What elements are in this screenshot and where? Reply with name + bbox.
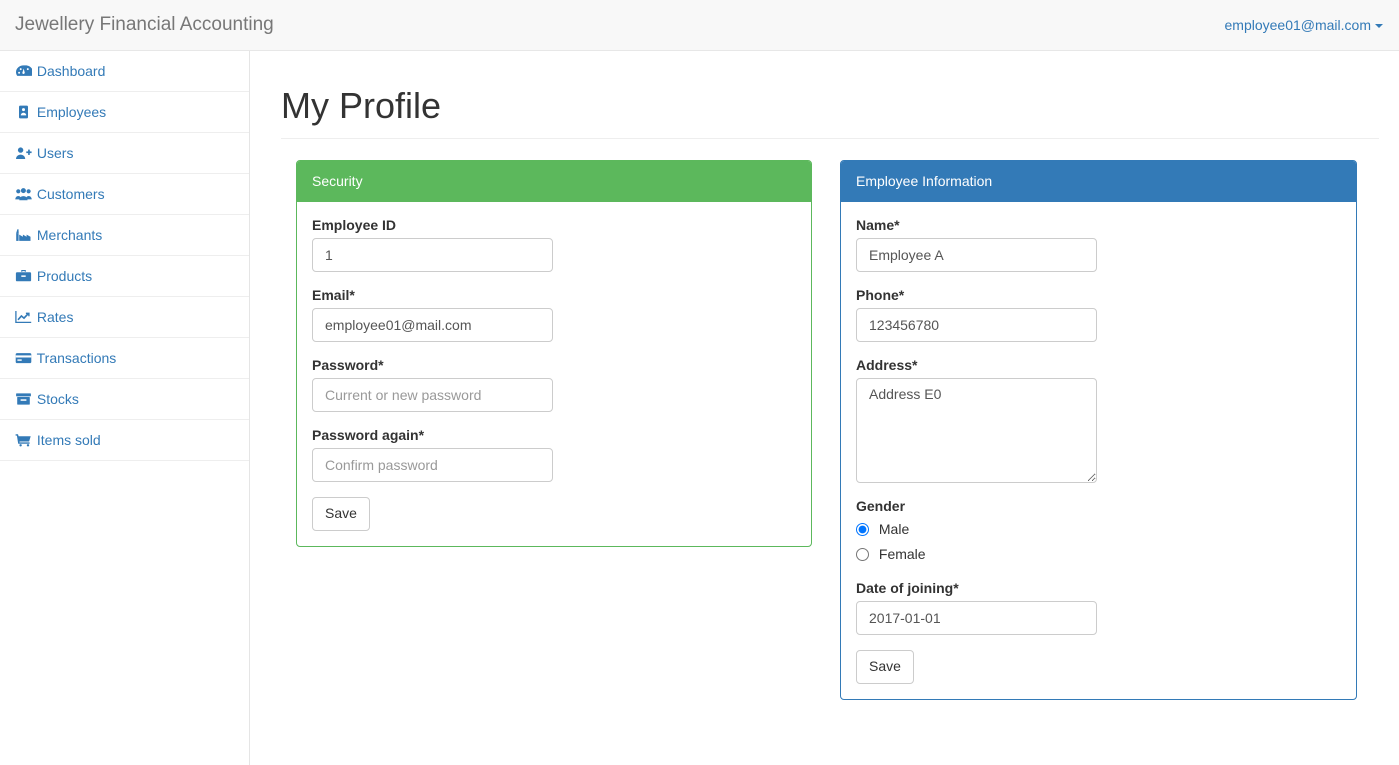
sidebar-item-label: Rates [36, 309, 74, 325]
employee-save-button[interactable]: Save [856, 650, 914, 684]
email-label: Email* [312, 287, 355, 303]
date-of-joining-label: Date of joining* [856, 580, 959, 596]
gender-option-label: Female [878, 546, 926, 562]
gender-female-label[interactable]: Female [856, 546, 926, 562]
employee-id-input[interactable] [312, 238, 553, 272]
sidebar-item-label: Merchants [36, 227, 103, 243]
name-input[interactable] [856, 238, 1097, 272]
briefcase-icon [15, 269, 32, 283]
top-navbar: Jewellery Financial Accounting employee0… [0, 0, 1399, 51]
list-item: Rates [0, 297, 249, 338]
email-group: Email* [312, 287, 796, 342]
phone-input[interactable] [856, 308, 1097, 342]
sidebar-item-label: Products [36, 268, 93, 284]
sidebar-item-transactions[interactable]: Transactions [0, 338, 249, 379]
sidebar-item-label: Items sold [36, 432, 101, 448]
gender-group: Gender Male Female [856, 498, 1341, 565]
sidebar-item-label: Transactions [36, 350, 117, 366]
security-save-button[interactable]: Save [312, 497, 370, 531]
gender-option-female[interactable]: Female [856, 544, 1341, 565]
shopping-cart-icon [15, 433, 32, 447]
sidebar-item-label: Stocks [36, 391, 79, 407]
list-item: Customers [0, 174, 249, 215]
industry-icon [15, 228, 32, 242]
name-label: Name* [856, 217, 900, 233]
dashboard-icon [15, 64, 32, 78]
employee-panel-heading: Employee Information [841, 161, 1356, 202]
email-input[interactable] [312, 308, 553, 342]
sidebar-item-customers[interactable]: Customers [0, 174, 249, 215]
gender-option-label: Male [878, 521, 910, 537]
main-content: My Profile Security Employee ID Email* P… [251, 51, 1399, 765]
name-group: Name* [856, 217, 1341, 272]
sidebar-item-dashboard[interactable]: Dashboard [0, 51, 249, 92]
app-brand-link[interactable]: Jewellery Financial Accounting [15, 0, 274, 50]
security-panel-heading: Security [297, 161, 811, 202]
date-of-joining-group: Date of joining* [856, 580, 1341, 635]
sidebar-item-merchants[interactable]: Merchants [0, 215, 249, 256]
sidebar-item-items-sold[interactable]: Items sold [0, 420, 249, 461]
password-again-input[interactable] [312, 448, 553, 482]
list-item: Products [0, 256, 249, 297]
gender-male-label[interactable]: Male [856, 521, 909, 537]
address-label: Address* [856, 357, 918, 373]
address-group: Address* Address E0 [856, 357, 1341, 483]
phone-label: Phone* [856, 287, 905, 303]
sidebar-item-label: Employees [36, 104, 107, 120]
sidebar: Dashboard Employees Users Customers Merc… [0, 51, 250, 765]
archive-icon [15, 392, 32, 406]
password-again-label: Password again* [312, 427, 425, 443]
sidebar-item-employees[interactable]: Employees [0, 92, 249, 133]
gender-label: Gender [856, 498, 906, 514]
date-of-joining-input[interactable] [856, 601, 1097, 635]
sidebar-item-label: Customers [36, 186, 105, 202]
credit-card-icon [15, 351, 32, 365]
user-menu-dropdown[interactable]: employee01@mail.com [1224, 0, 1383, 50]
sidebar-item-stocks[interactable]: Stocks [0, 379, 249, 420]
gender-female-radio[interactable] [856, 548, 869, 561]
sidebar-item-users[interactable]: Users [0, 133, 249, 174]
list-item: Dashboard [0, 51, 249, 92]
phone-group: Phone* [856, 287, 1341, 342]
gender-option-male[interactable]: Male [856, 519, 1341, 540]
password-label: Password* [312, 357, 384, 373]
list-item: Stocks [0, 379, 249, 420]
password-input[interactable] [312, 378, 553, 412]
gender-male-radio[interactable] [856, 523, 869, 536]
security-panel-body: Employee ID Email* Password* Password ag… [297, 202, 811, 546]
employee-panel-body: Name* Phone* Address* Address E0 Gender … [841, 202, 1356, 699]
caret-down-icon [1375, 24, 1383, 29]
sidebar-item-products[interactable]: Products [0, 256, 249, 297]
users-group-icon [15, 187, 32, 201]
address-textarea[interactable]: Address E0 [856, 378, 1097, 483]
list-item: Merchants [0, 215, 249, 256]
title-divider [281, 138, 1379, 139]
list-item: Items sold [0, 420, 249, 461]
list-item: Users [0, 133, 249, 174]
list-item: Transactions [0, 338, 249, 379]
password-group: Password* [312, 357, 796, 412]
page-title: My Profile [281, 85, 442, 126]
password-again-group: Password again* [312, 427, 796, 482]
sidebar-item-label: Dashboard [36, 63, 106, 79]
employee-id-group: Employee ID [312, 217, 796, 272]
sidebar-item-label: Users [36, 145, 74, 161]
sidebar-nav-list: Dashboard Employees Users Customers Merc… [0, 51, 249, 461]
sidebar-item-rates[interactable]: Rates [0, 297, 249, 338]
line-chart-icon [15, 310, 32, 324]
list-item: Employees [0, 92, 249, 133]
security-panel: Security Employee ID Email* Password* Pa… [296, 160, 812, 547]
user-menu-label: employee01@mail.com [1224, 17, 1372, 33]
employee-id-label: Employee ID [312, 217, 397, 233]
employee-information-panel: Employee Information Name* Phone* Addres… [840, 160, 1357, 700]
id-badge-icon [15, 105, 32, 119]
user-plus-icon [15, 146, 32, 160]
